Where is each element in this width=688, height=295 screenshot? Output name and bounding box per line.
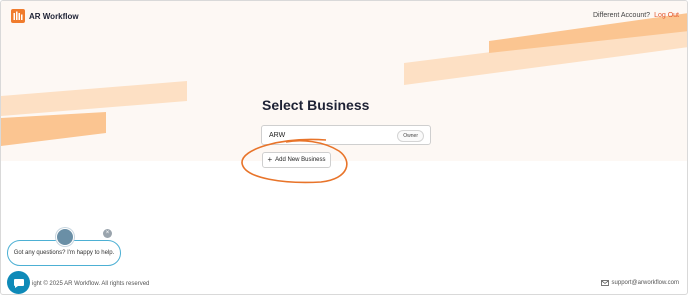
- header: AR Workflow Different Account? Log Out: [1, 1, 687, 33]
- support-contact[interactable]: support@arworkflow.com: [600, 280, 679, 286]
- agent-avatar: [56, 228, 74, 246]
- page-title: Select Business: [262, 97, 370, 113]
- chat-launcher-button[interactable]: [7, 271, 30, 294]
- chat-message: Got any questions? I'm happy to help.: [13, 250, 115, 256]
- different-account-text: Different Account?: [593, 12, 651, 19]
- add-new-business-button[interactable]: + Add New Business: [262, 152, 331, 168]
- ar-workflow-logo-icon: [11, 9, 25, 23]
- account-switcher: Different Account? Log Out: [593, 12, 679, 19]
- business-item-arw[interactable]: ARW Owner: [261, 125, 431, 145]
- support-email: support@arworkflow.com: [611, 280, 679, 286]
- chat-close-button[interactable]: ×: [103, 229, 112, 238]
- mail-icon: [600, 280, 609, 286]
- chat-icon: [13, 278, 24, 288]
- plus-icon: +: [267, 155, 273, 164]
- app-window: AR Workflow Different Account? Log Out S…: [0, 0, 688, 295]
- app-name: AR Workflow: [29, 11, 79, 21]
- add-new-business-label: Add New Business: [275, 157, 326, 163]
- role-badge: Owner: [397, 130, 424, 142]
- business-name: ARW: [269, 132, 286, 139]
- brand[interactable]: AR Workflow: [11, 9, 79, 23]
- logout-link[interactable]: Log Out: [654, 12, 679, 19]
- copyright-text: ight © 2025 AR Workflow. All rights rese…: [32, 281, 150, 287]
